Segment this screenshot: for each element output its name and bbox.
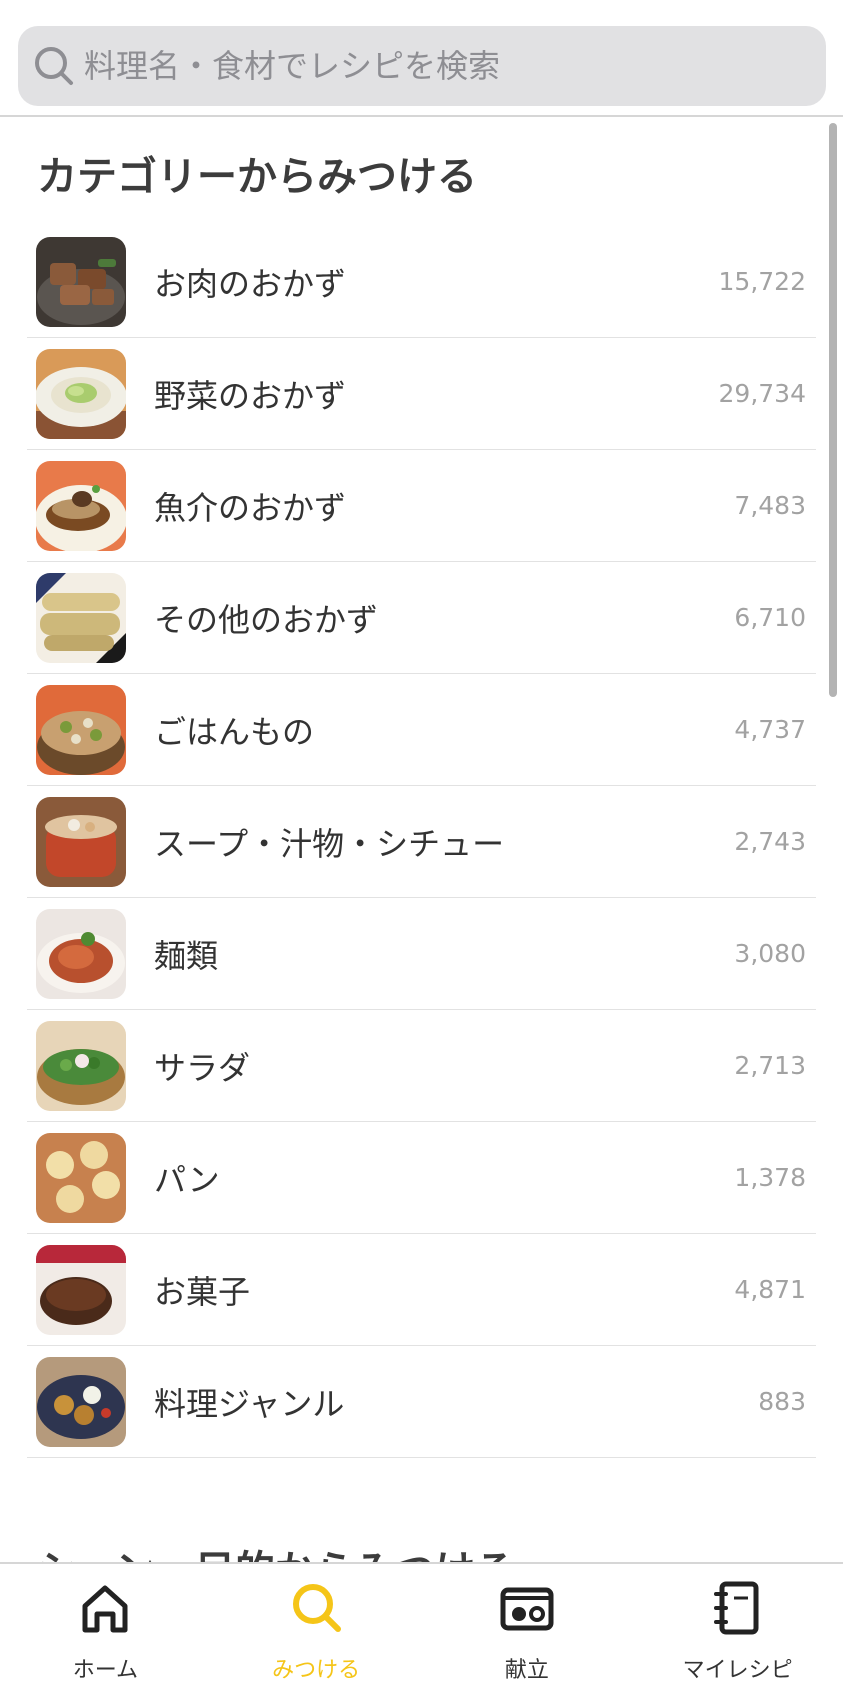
cuisine-genre-thumbnail [36,1356,126,1447]
category-row-soup[interactable]: スープ・汁物・シチュー 2,743 [27,786,816,898]
rice-dish-thumbnail [36,684,126,775]
tab-label: みつける [272,1658,361,1683]
category-count: 2,743 [734,827,806,856]
tab-label: マイレシピ [682,1658,793,1683]
category-count: 7,483 [734,491,806,520]
seafood-dish-thumbnail [36,460,126,551]
category-count: 883 [758,1387,806,1416]
section-title-categories: カテゴリーからみつける [37,154,477,200]
tab-search[interactable]: みつける [211,1564,422,1696]
home-icon [75,1578,135,1638]
category-label: お菓子 [154,1272,251,1311]
search-input[interactable] [84,47,784,85]
vegetable-dish-thumbnail [36,348,126,439]
tab-label: 献立 [504,1658,549,1683]
category-count: 2,713 [734,1051,806,1080]
category-list: お肉のおかず 15,722 野菜のおかず 29,734 魚介のおかず 7,483 [27,226,816,1458]
header-divider [0,115,843,117]
category-count: 6,710 [734,603,806,632]
category-row-noodles[interactable]: 麺類 3,080 [27,898,816,1010]
salad-thumbnail [36,1020,126,1111]
category-label: パン [154,1160,220,1199]
other-dish-thumbnail [36,572,126,663]
meat-dish-thumbnail [36,236,126,327]
notebook-icon [708,1578,768,1638]
category-row-rice[interactable]: ごはんもの 4,737 [27,674,816,786]
category-count: 1,378 [734,1163,806,1192]
category-label: 麺類 [154,936,219,975]
category-label: ごはんもの [154,712,315,751]
tab-bar: ホーム みつける 献立 マイレシピ [0,1562,843,1696]
soup-thumbnail [36,796,126,887]
category-count: 15,722 [718,267,806,296]
search-bar[interactable] [18,26,826,106]
category-row-bread[interactable]: パン 1,378 [27,1122,816,1234]
bread-thumbnail [36,1132,126,1223]
menu-plan-icon [497,1578,557,1638]
category-label: 野菜のおかず [154,376,347,415]
category-row-other[interactable]: その他のおかず 6,710 [27,562,816,674]
search-icon [32,44,76,88]
category-count: 4,737 [734,715,806,744]
category-row-vegetable[interactable]: 野菜のおかず 29,734 [27,338,816,450]
category-row-salad[interactable]: サラダ 2,713 [27,1010,816,1122]
search-icon [286,1578,346,1638]
category-row-sweets[interactable]: お菓子 4,871 [27,1234,816,1346]
category-count: 3,080 [734,939,806,968]
tab-my-recipes[interactable]: マイレシピ [632,1564,843,1696]
category-label: サラダ [154,1048,251,1087]
tab-menu-plan[interactable]: 献立 [422,1564,633,1696]
sweets-thumbnail [36,1244,126,1335]
category-row-meat[interactable]: お肉のおかず 15,722 [27,226,816,338]
category-label: その他のおかず [154,600,379,639]
category-count: 4,871 [734,1275,806,1304]
noodles-thumbnail [36,908,126,999]
category-label: お肉のおかず [154,264,347,303]
tab-label: ホーム [72,1658,139,1683]
scrollbar[interactable] [829,123,837,697]
category-label: 料理ジャンル [154,1384,345,1423]
category-count: 29,734 [718,379,806,408]
category-row-cuisine-genre[interactable]: 料理ジャンル 883 [27,1346,816,1458]
category-row-seafood[interactable]: 魚介のおかず 7,483 [27,450,816,562]
category-label: 魚介のおかず [154,488,347,527]
category-label: スープ・汁物・シチュー [154,824,505,863]
tab-home[interactable]: ホーム [0,1564,211,1696]
